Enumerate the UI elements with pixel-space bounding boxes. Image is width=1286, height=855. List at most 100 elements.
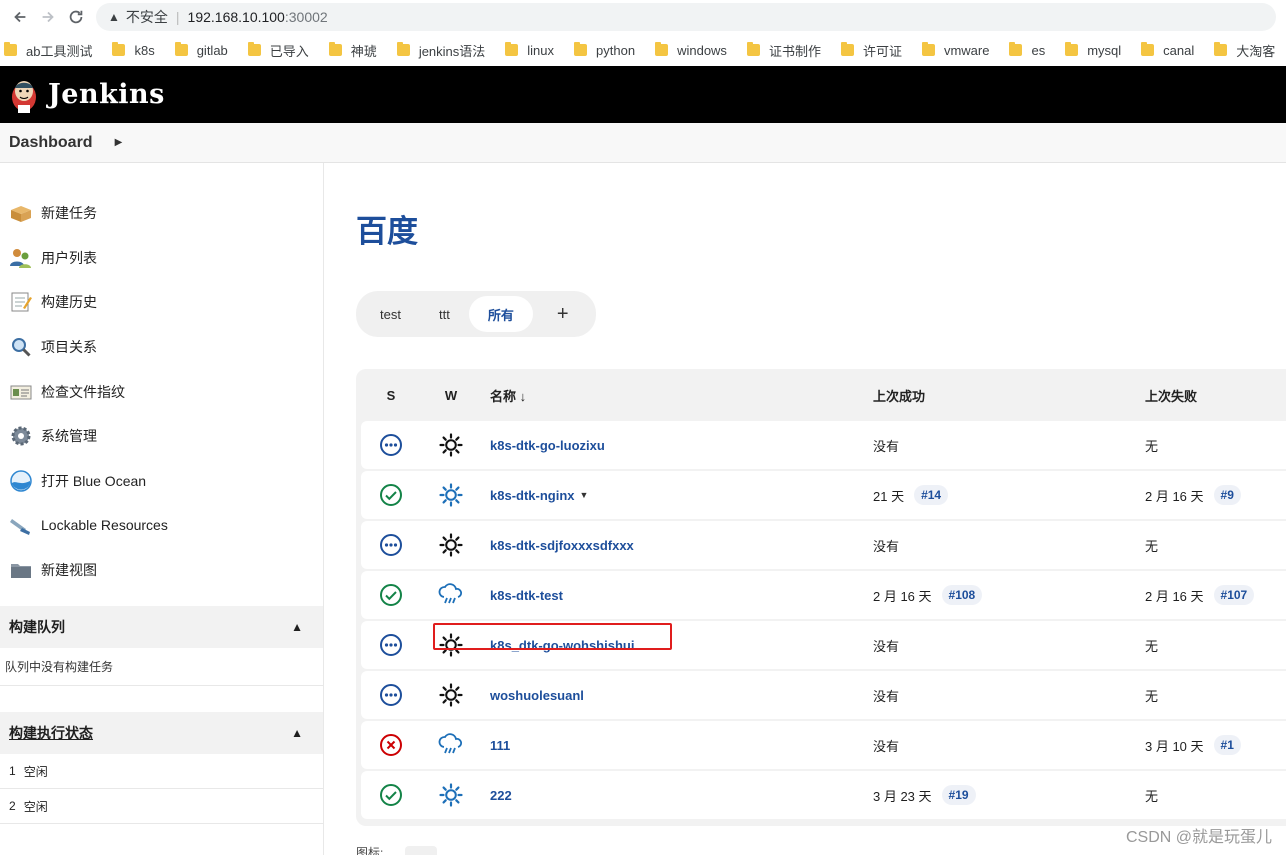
job-link[interactable]: k8s-dtk-sdjfoxxxsdfxxx [490, 538, 634, 553]
status-success-icon[interactable] [361, 583, 421, 607]
last-success-text: 没有 [873, 438, 900, 454]
bookmark-item[interactable]: k8s [112, 42, 155, 58]
jenkins-logo-icon[interactable] [8, 75, 40, 115]
last-failure-text: 3 月 10 天 [1145, 738, 1204, 754]
executors-title[interactable]: 构建执行状态 [9, 723, 93, 743]
header-name[interactable]: 名称 ↓ [481, 386, 873, 405]
sidebar-tasks: 新建任务 用户列表 构建历史 项目关系 检查文件指纹 系统管理 打开 Blue Ocean L… [0, 163, 323, 592]
bookmark-item[interactable]: mysql [1065, 42, 1121, 58]
icon-size-toggle[interactable] [405, 845, 438, 855]
sidebar-task[interactable]: 新建任务 [0, 191, 323, 236]
header-weather[interactable]: W [421, 388, 481, 403]
bookmark-item[interactable]: 证书制作 [746, 41, 821, 60]
folder-icon [655, 42, 669, 56]
bookmark-label: 大淘客 [1236, 43, 1276, 59]
job-link[interactable]: woshuolesuanl [490, 688, 584, 703]
weather-sunny-icon[interactable] [421, 533, 481, 557]
jenkins-title[interactable]: Jenkins [48, 79, 165, 110]
build-badge[interactable]: #19 [941, 785, 976, 805]
icon-legend-label: 图标: [356, 846, 384, 855]
add-view-tab[interactable]: + [533, 296, 591, 332]
status-success-icon[interactable] [361, 783, 421, 807]
weather-sunny-icon[interactable] [421, 683, 481, 707]
status-notbuilt-icon[interactable] [361, 533, 421, 557]
table-row: k8s-dtk-go-luozixu 没有 无 [361, 421, 1286, 469]
bookmark-label: es [1031, 42, 1046, 58]
status-success-icon[interactable] [361, 483, 421, 507]
status-notbuilt-icon[interactable] [361, 633, 421, 657]
build-queue-header[interactable]: 构建队列 ▲ [0, 606, 323, 649]
status-failed-icon[interactable] [361, 733, 421, 757]
sidebar-task[interactable]: 构建历史 [0, 280, 323, 325]
sidebar-task[interactable]: 系统管理 [0, 414, 323, 459]
sidebar-task[interactable]: 新建视图 [0, 548, 323, 593]
main-area: 新建任务 用户列表 构建历史 项目关系 检查文件指纹 系统管理 打开 Blue Ocean L… [0, 163, 1286, 855]
sidebar-task[interactable]: 项目关系 [0, 325, 323, 370]
bookmark-item[interactable]: 大淘客 [1214, 41, 1275, 60]
bookmark-item[interactable]: ab工具测试 [4, 41, 92, 60]
sidebar-task[interactable]: 打开 Blue Ocean [0, 459, 323, 504]
view-tab[interactable]: ttt [420, 296, 469, 332]
bookmarks-bar: ab工具测试 k8s gitlab 已导入 神琥 jenkins语法 linux python… [0, 34, 1286, 66]
folder-icon [840, 42, 854, 56]
weather-sunny-icon[interactable] [421, 433, 481, 457]
status-notbuilt-icon[interactable] [361, 683, 421, 707]
last-failure-text: 无 [1145, 438, 1159, 454]
header-last-failure[interactable]: 上次失败 [1145, 386, 1286, 405]
executors-header[interactable]: 构建执行状态 ▲ [0, 712, 323, 755]
bookmark-item[interactable]: 许可证 [840, 41, 902, 60]
address-bar[interactable]: ▲ 不安全 | 192.168.10.100:30002 [96, 3, 1276, 31]
executor-status: 空闲 [23, 799, 48, 814]
browser-toolbar: ▲ 不安全 | 192.168.10.100:30002 [0, 0, 1286, 34]
bookmark-item[interactable]: vmware [921, 42, 989, 58]
build-badge[interactable]: #14 [914, 485, 949, 505]
view-tab[interactable]: 所有 [468, 296, 533, 332]
header-status[interactable]: S [361, 388, 421, 403]
weather-sunny-icon[interactable] [421, 783, 481, 807]
build-badge[interactable]: #107 [1213, 585, 1255, 605]
weather-rain-icon[interactable] [421, 733, 481, 757]
last-success-text: 没有 [873, 688, 900, 704]
chevron-up-icon[interactable]: ▲ [291, 620, 303, 634]
executor-number: 2 [9, 799, 16, 814]
forward-button[interactable] [34, 3, 62, 31]
back-button[interactable] [6, 3, 34, 31]
status-notbuilt-icon[interactable] [361, 433, 421, 457]
bookmark-item[interactable]: gitlab [174, 42, 228, 58]
last-failure-cell: 2 月 16 天 #9 [1145, 485, 1286, 505]
bookmark-item[interactable]: es [1009, 42, 1046, 58]
dropdown-caret-icon[interactable]: ▼ [580, 490, 589, 500]
reload-button[interactable] [62, 3, 90, 31]
folder-icon [746, 42, 760, 56]
bookmark-item[interactable]: python [574, 42, 635, 58]
job-link[interactable]: k8s-dtk-nginx [490, 488, 575, 503]
job-link[interactable]: k8s-dtk-test [490, 588, 563, 603]
bookmark-item[interactable]: 已导入 [247, 41, 309, 60]
bookmark-item[interactable]: 神琥 [328, 41, 377, 60]
job-link[interactable]: k8s-dtk-go-luozixu [490, 438, 605, 453]
bookmark-item[interactable]: linux [505, 42, 554, 58]
view-tab[interactable]: test [361, 296, 420, 332]
last-failure-text: 无 [1145, 638, 1159, 654]
breadcrumb-dashboard[interactable]: Dashboard [9, 134, 93, 152]
build-badge[interactable]: #1 [1213, 735, 1241, 755]
weather-rain-icon[interactable] [421, 583, 481, 607]
job-link[interactable]: 222 [490, 788, 512, 803]
breadcrumb-caret-icon[interactable]: ▶ [115, 137, 123, 148]
executor-status: 空闲 [23, 764, 48, 779]
chevron-up-icon[interactable]: ▲ [291, 726, 303, 740]
job-name-cell: k8s-dtk-sdjfoxxxsdfxxx [481, 538, 873, 553]
bookmark-item[interactable]: jenkins语法 [396, 41, 485, 60]
build-badge[interactable]: #108 [941, 585, 983, 605]
sidebar-task[interactable]: 用户列表 [0, 236, 323, 281]
bookmark-item[interactable]: canal [1141, 42, 1194, 58]
weather-sunny-icon[interactable] [421, 483, 481, 507]
table-row: k8s-dtk-nginx ▼ 21 天 #14 2 月 16 天 #9 [361, 471, 1286, 519]
sidebar-task[interactable]: 检查文件指纹 [0, 369, 323, 414]
header-last-success[interactable]: 上次成功 [873, 386, 1145, 405]
sidebar-task[interactable]: Lockable Resources [0, 503, 323, 548]
build-badge[interactable]: #9 [1213, 485, 1241, 505]
job-link[interactable]: 111 [490, 738, 510, 753]
watermark: CSDN @就是玩蛋儿 [1125, 829, 1272, 846]
bookmark-item[interactable]: windows [655, 42, 727, 58]
